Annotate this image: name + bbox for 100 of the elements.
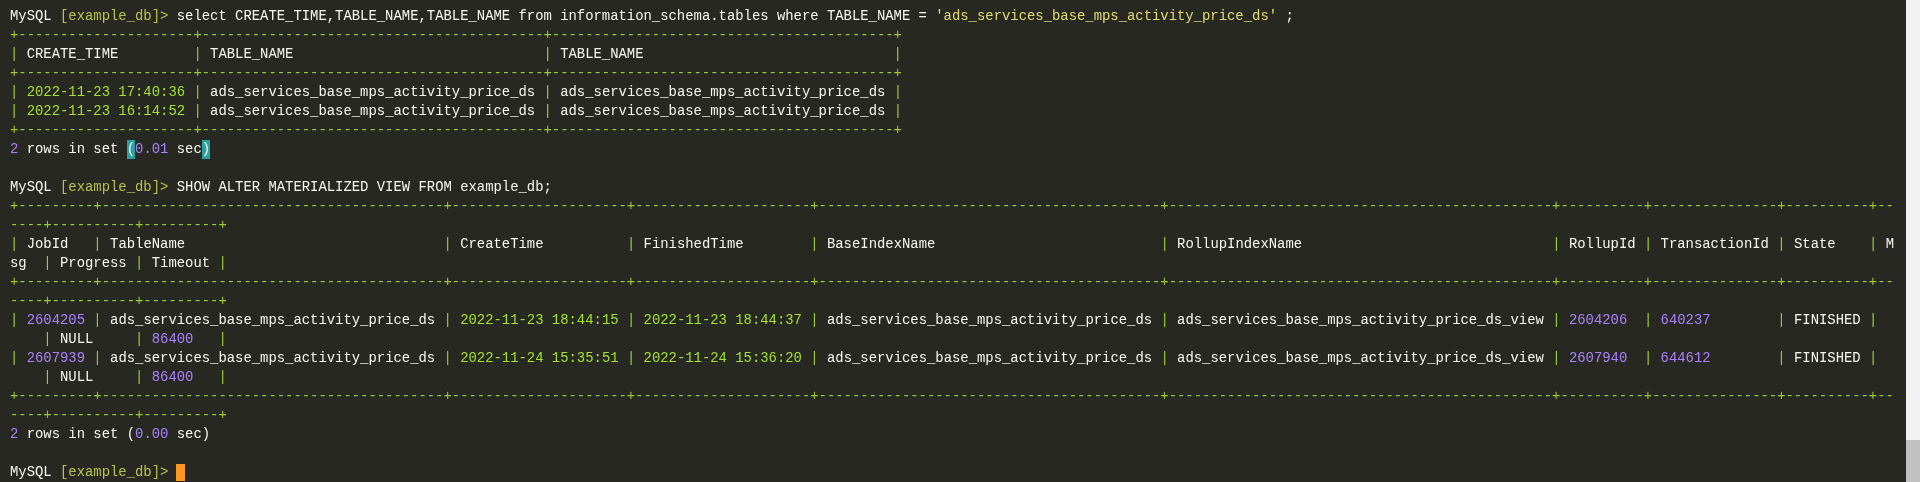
table-border: | xyxy=(1776,235,1787,254)
column-header: TableName xyxy=(110,235,186,254)
table-border: | xyxy=(92,311,103,330)
table-border: | xyxy=(442,311,453,330)
table-border: | xyxy=(1868,349,1878,368)
column-header: CREATE_TIME xyxy=(26,45,119,64)
table-border: | xyxy=(1642,311,1654,330)
number-text: 86400 xyxy=(151,330,194,349)
table-border: +---------------------+-----------------------------------------+-----------------------------------------+ xyxy=(10,121,902,140)
table-cell: ads_services_base_mps_activity_price_ds xyxy=(827,311,1153,330)
table-border: | xyxy=(1551,311,1562,330)
table-cell: NULL xyxy=(60,368,94,387)
table-border: | xyxy=(92,235,103,254)
table-cell: ads_services_base_mps_activity_price_ds xyxy=(210,83,536,102)
number-text: 644612 xyxy=(1660,349,1711,368)
table-border: +---------+-----------------------------------------+---------------------+---------------------+-----------------------------------------+----------------------------------------------+----------+---------------+----------+-- xyxy=(10,197,1894,216)
table-border: | xyxy=(217,330,227,349)
table-border: | xyxy=(809,349,820,368)
table-border: | xyxy=(10,349,20,368)
table-border: | xyxy=(1868,311,1878,330)
column-header: Timeout xyxy=(151,254,211,273)
date-text: 2022-11-23 18:44:15 xyxy=(460,311,619,330)
column-header: RollupIndexName xyxy=(1177,235,1303,254)
table-cell: ads_services_base_mps_activity_price_ds xyxy=(560,83,886,102)
table-border: | xyxy=(625,235,637,254)
date-text: 2022-11-24 15:36:20 xyxy=(643,349,802,368)
table-border: +---------------------+-----------------------------------------+-----------------------------------------+ xyxy=(10,64,902,83)
table-border: | xyxy=(1868,235,1879,254)
date-text: 2022-11-24 15:35:51 xyxy=(460,349,619,368)
date-text: 2022-11-23 16:14:52 xyxy=(26,102,186,121)
column-header: TABLE_NAME xyxy=(560,45,644,64)
number-text: 640237 xyxy=(1660,311,1711,330)
table-cell: ads_services_base_mps_activity_price_ds xyxy=(210,102,536,121)
column-header: sg xyxy=(10,254,27,273)
date-text: 2022-11-23 18:44:37 xyxy=(643,311,802,330)
table-border: | xyxy=(1551,235,1562,254)
number-text: 86400 xyxy=(151,368,194,387)
table-cell: ads_services_base_mps_activity_price_ds xyxy=(110,349,436,368)
table-border: | xyxy=(442,349,453,368)
column-header: Progress xyxy=(60,254,127,273)
number-text: 0.00 xyxy=(135,425,169,444)
column-header: TABLE_NAME xyxy=(210,45,294,64)
table-border: | xyxy=(542,102,553,121)
table-border: | xyxy=(892,102,902,121)
terminal-text: MySQL xyxy=(10,178,53,197)
table-border: | xyxy=(92,349,103,368)
table-cell: NULL xyxy=(60,330,94,349)
table-border: | xyxy=(10,45,20,64)
table-cell: ads_services_base_mps_activity_price_ds xyxy=(560,102,886,121)
table-border: | xyxy=(134,330,145,349)
number-text: 2604205 xyxy=(26,311,86,330)
prompt-text: [example_db]> xyxy=(60,463,169,482)
table-border: | xyxy=(1776,311,1787,330)
number-text: 0.01 xyxy=(135,140,169,159)
number-text: 2607940 xyxy=(1568,349,1628,368)
table-cell: ads_services_base_mps_activity_price_ds xyxy=(827,349,1153,368)
prompt-text: [example_db]> xyxy=(60,178,169,197)
table-border: | xyxy=(217,368,227,387)
table-border: | xyxy=(1159,349,1170,368)
terminal-text: sec xyxy=(175,140,202,159)
table-border: +---------+-----------------------------------------+---------------------+---------------------+-----------------------------------------+----------------------------------------------+----------+---------------+----------+-- xyxy=(10,273,1894,292)
table-border: | xyxy=(10,235,20,254)
column-header: CreateTime xyxy=(460,235,544,254)
table-border: +---------------------+-----------------------------------------+-----------------------------------------+ xyxy=(10,26,902,45)
table-border: | xyxy=(892,83,902,102)
table-border: | xyxy=(10,102,20,121)
table-border: | xyxy=(192,102,203,121)
table-border: | xyxy=(134,368,145,387)
date-text: 2022-11-23 17:40:36 xyxy=(26,83,186,102)
table-border: | xyxy=(1776,349,1787,368)
scrollbar-thumb[interactable] xyxy=(1906,440,1920,482)
column-header: State xyxy=(1793,235,1836,254)
column-header: JobId xyxy=(26,235,69,254)
table-border: | xyxy=(542,83,553,102)
column-header: M xyxy=(1885,235,1894,254)
table-border: | xyxy=(1159,235,1170,254)
table-border: | xyxy=(192,83,203,102)
column-header: BaseIndexName xyxy=(826,235,936,254)
table-cell: FINISHED xyxy=(1794,349,1861,368)
terminal-text: sec) xyxy=(175,425,211,444)
table-border: | xyxy=(42,254,53,273)
column-header: TransactionId xyxy=(1660,235,1769,254)
table-border: | xyxy=(809,311,820,330)
table-cell: ads_services_base_mps_activity_price_ds xyxy=(110,311,436,330)
table-border: | xyxy=(192,45,203,64)
table-border: | xyxy=(542,45,553,64)
terminal-text: rows in set xyxy=(25,140,120,159)
matched-bracket: ) xyxy=(201,140,211,159)
table-border: ----+----------+---------+ xyxy=(10,406,227,425)
table-cell: ads_services_base_mps_activity_price_ds_view xyxy=(1177,349,1544,368)
table-border: | xyxy=(1642,349,1654,368)
table-border: | xyxy=(42,368,53,387)
terminal-text: SHOW ALTER MATERIALIZED VIEW FROM example_db; xyxy=(175,178,552,197)
terminal-text: select CREATE_TIME,TABLE_NAME,TABLE_NAME from information_schema.tables where TABLE_NAME = xyxy=(175,7,928,26)
terminal-text: MySQL xyxy=(10,463,53,482)
column-header: RollupId xyxy=(1568,235,1636,254)
terminal-text: rows in set ( xyxy=(25,425,136,444)
table-cell: ads_services_base_mps_activity_price_ds_view xyxy=(1177,311,1544,330)
table-border: | xyxy=(217,254,227,273)
scrollbar[interactable] xyxy=(1906,0,1920,482)
